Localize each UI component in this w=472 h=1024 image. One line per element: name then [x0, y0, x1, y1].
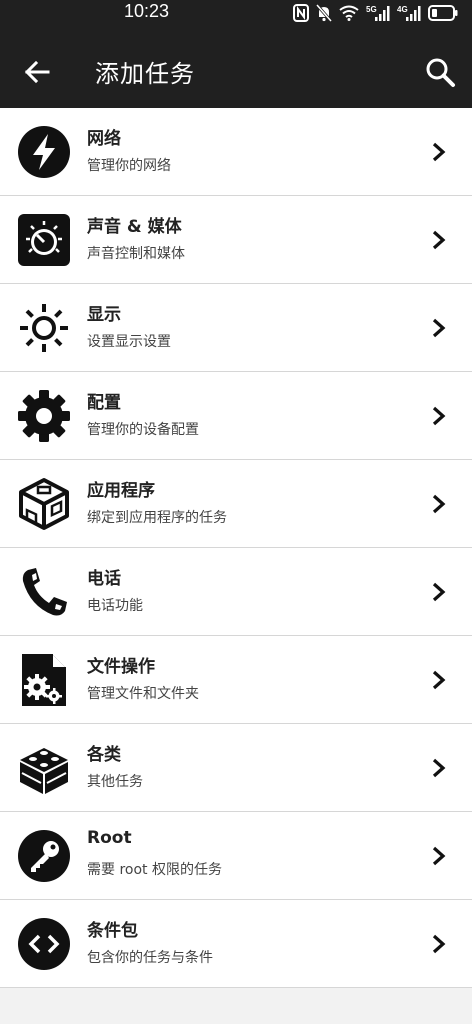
list-item-sound-media[interactable]: 声音 & 媒体 声音控制和媒体: [0, 196, 472, 284]
brightness-icon: [16, 300, 72, 356]
app-box-icon: [16, 476, 72, 532]
list-item-network[interactable]: 网络 管理你的网络: [0, 108, 472, 196]
status-bar: 10:23 5G 4G: [0, 0, 472, 28]
list-item-title: 网络: [87, 129, 121, 149]
list-item-file-ops[interactable]: 文件操作 管理文件和文件夹: [0, 636, 472, 724]
list-item-misc[interactable]: 各类 其他任务: [0, 724, 472, 812]
signal-5g-icon: 5G: [366, 5, 390, 21]
list-item-subtitle: 管理你的网络: [87, 158, 171, 174]
signal-5g-label: 5G: [366, 5, 377, 14]
list-item-title: 各类: [87, 745, 121, 765]
status-time: 10:23: [124, 1, 170, 21]
gear-icon: [16, 388, 72, 444]
list-item-title: 显示: [87, 305, 121, 325]
list-item-title: Root: [87, 828, 132, 848]
list-item-condition-pack[interactable]: 条件包 包含你的任务与条件: [0, 900, 472, 988]
list-item-root[interactable]: Root 需要 root 权限的任务: [0, 812, 472, 900]
battery-icon: [428, 5, 458, 21]
mute-bell-icon: [316, 4, 332, 22]
chevron-right-icon: [432, 758, 446, 778]
signal-4g-label: 4G: [397, 5, 408, 14]
signal-4g-icon: 4G: [397, 5, 421, 21]
nfc-icon: [293, 4, 309, 22]
list-item-title: 电话: [87, 569, 121, 589]
key-icon: [16, 828, 72, 884]
status-icons: 5G 4G: [293, 2, 458, 24]
volume-knob-icon: [16, 212, 72, 268]
task-category-list: 网络 管理你的网络 声音 & 媒体 声音控制和媒体 显示 设置显示设置 配置 管…: [0, 108, 472, 988]
empty-bottom-area: [0, 988, 472, 1024]
brick-icon: [16, 740, 72, 796]
lightning-icon: [16, 124, 72, 180]
list-item-title: 配置: [87, 393, 121, 413]
phone-icon: [16, 564, 72, 620]
list-item-subtitle: 声音控制和媒体: [87, 246, 185, 262]
search-icon[interactable]: [424, 56, 456, 88]
code-icon: [16, 916, 72, 972]
chevron-right-icon: [432, 230, 446, 250]
list-item-subtitle: 其他任务: [87, 774, 143, 790]
chevron-right-icon: [432, 318, 446, 338]
chevron-right-icon: [432, 494, 446, 514]
list-item-display[interactable]: 显示 设置显示设置: [0, 284, 472, 372]
app-bar: 添加任务: [0, 28, 472, 108]
list-item-title: 文件操作: [87, 657, 155, 677]
list-item-subtitle: 管理文件和文件夹: [87, 686, 199, 702]
chevron-right-icon: [432, 142, 446, 162]
list-item-phone[interactable]: 电话 电话功能: [0, 548, 472, 636]
back-arrow-icon[interactable]: [22, 57, 52, 87]
chevron-right-icon: [432, 846, 446, 866]
chevron-right-icon: [432, 582, 446, 602]
list-item-title: 条件包: [87, 921, 138, 941]
list-item-title: 声音 & 媒体: [87, 217, 182, 237]
wifi-icon: [339, 5, 359, 21]
list-item-subtitle: 管理你的设备配置: [87, 422, 199, 438]
page-title: 添加任务: [95, 60, 195, 88]
list-item-subtitle: 电话功能: [87, 598, 143, 614]
list-item-subtitle: 设置显示设置: [87, 334, 171, 350]
list-item-subtitle: 包含你的任务与条件: [87, 950, 213, 966]
file-gears-icon: [16, 652, 72, 708]
list-item-apps[interactable]: 应用程序 绑定到应用程序的任务: [0, 460, 472, 548]
list-item-title: 应用程序: [87, 481, 155, 501]
chevron-right-icon: [432, 934, 446, 954]
chevron-right-icon: [432, 670, 446, 690]
list-item-config[interactable]: 配置 管理你的设备配置: [0, 372, 472, 460]
list-item-subtitle: 绑定到应用程序的任务: [87, 510, 227, 526]
list-item-subtitle: 需要 root 权限的任务: [87, 862, 222, 878]
chevron-right-icon: [432, 406, 446, 426]
